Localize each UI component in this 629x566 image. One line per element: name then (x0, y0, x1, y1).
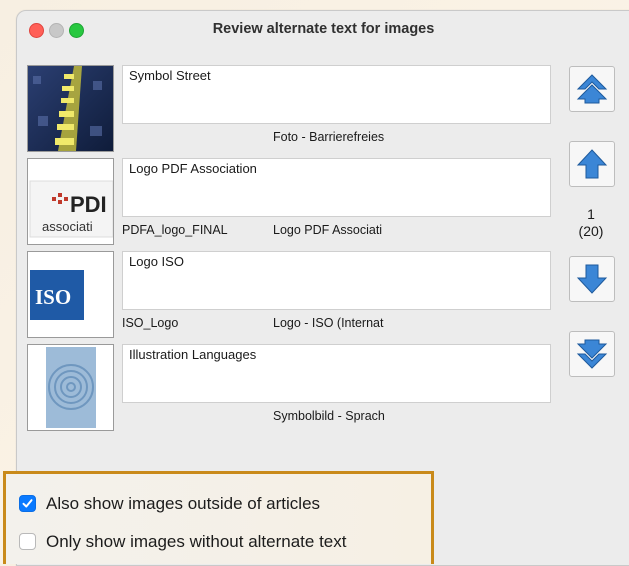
street-photo-image (28, 66, 113, 151)
alt-text-value: Illustration Languages (129, 347, 257, 362)
image-row: PDI associati Logo PDF Association PDFA_… (27, 158, 551, 248)
window-title: Review alternate text for images (212, 21, 435, 37)
show-outside-articles-label: Also show images outside of articles (46, 494, 321, 513)
image-row: Illustration Languages Symbolbild - Spra… (27, 344, 551, 434)
alt-text-field[interactable]: Logo PDF Association (122, 158, 551, 217)
iso-logo-text: ISO (35, 285, 71, 309)
next-page-button[interactable] (569, 256, 615, 302)
caption-label: Logo PDF Associati (273, 223, 383, 237)
arrow-up-icon (576, 149, 608, 179)
caption-label: Logo - ISO (Internat (273, 316, 384, 330)
file-name-label: ISO_Logo (122, 316, 179, 330)
alt-text-field[interactable]: Symbol Street (122, 65, 551, 124)
file-name-label: PDFA_logo_FINAL (122, 223, 228, 237)
title-bar: Review alternate text for images (17, 11, 629, 49)
image-thumbnail[interactable]: ISO (27, 251, 114, 338)
options-highlight-frame: Also show images outside of articles Onl… (3, 471, 434, 564)
alt-text-field[interactable]: Illustration Languages (122, 344, 551, 403)
image-thumbnail[interactable] (27, 344, 114, 431)
double-arrow-up-icon (576, 74, 608, 104)
show-outside-articles-checkbox[interactable] (19, 495, 36, 512)
double-arrow-down-icon (576, 339, 608, 369)
alt-text-value: Symbol Street (129, 68, 211, 83)
only-without-alt-label: Only show images without alternate text (46, 532, 347, 551)
caption-label: Symbolbild - Sprach (273, 409, 385, 423)
association-logo-text: associati (42, 219, 93, 234)
image-row: ISO Logo ISO ISO_Logo Logo - ISO (Intern… (27, 251, 551, 341)
total-count: (20) (578, 223, 604, 239)
image-thumbnail[interactable]: PDI associati (27, 158, 114, 245)
arrow-down-icon (576, 264, 608, 294)
caption-label: Foto - Barrierefreies (273, 130, 385, 144)
first-page-button[interactable] (569, 66, 615, 112)
alt-text-value: Logo PDF Association (129, 161, 257, 176)
image-row: Symbol Street Foto - Barrierefreies (27, 65, 551, 155)
last-page-button[interactable] (569, 331, 615, 377)
checkmark-icon (22, 499, 33, 508)
pdf-association-logo-image: PDI associati (28, 159, 113, 244)
current-page-number: 1 (587, 206, 595, 222)
alt-text-value: Logo ISO (129, 254, 184, 269)
pdf-logo-text: PDI (70, 192, 107, 217)
image-thumbnail[interactable] (27, 65, 114, 152)
iso-logo-image: ISO (28, 252, 113, 337)
spiral-illustration-image (28, 345, 113, 430)
only-without-alt-checkbox[interactable] (19, 533, 36, 550)
alt-text-field[interactable]: Logo ISO (122, 251, 551, 310)
previous-page-button[interactable] (569, 141, 615, 187)
